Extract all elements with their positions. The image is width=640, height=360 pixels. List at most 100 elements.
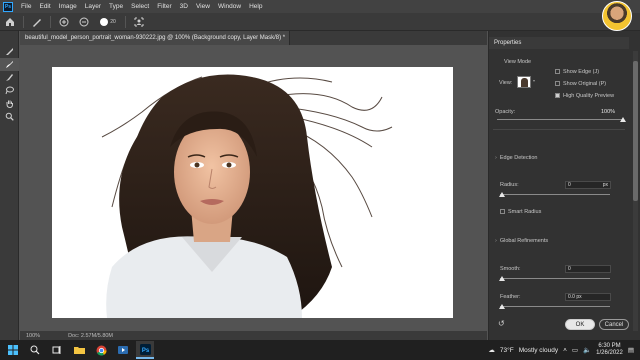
chevron-up-icon[interactable]: ˄ xyxy=(563,347,567,354)
windows-start-icon[interactable] xyxy=(4,341,22,359)
weather-temperature[interactable]: 73°F xyxy=(500,347,514,354)
task-view-icon[interactable] xyxy=(48,341,66,359)
menu-view[interactable]: View xyxy=(192,3,214,10)
show-original-checkbox[interactable] xyxy=(555,81,560,87)
brush-size-value: 20 xyxy=(110,18,116,25)
opacity-slider-track[interactable] xyxy=(497,119,623,120)
radius-label: Radius: xyxy=(500,182,519,188)
brush-preview-icon xyxy=(100,17,109,26)
notifications-icon[interactable]: ▤ xyxy=(628,346,634,354)
clock-date: 1/26/2022 xyxy=(596,350,623,356)
feather-label: Feather: xyxy=(500,294,521,300)
menu-help[interactable]: Help xyxy=(245,3,266,10)
chevron-down-icon: › xyxy=(495,155,497,161)
menu-layer[interactable]: Layer xyxy=(81,3,105,10)
smart-radius-option[interactable]: Smart Radius xyxy=(500,209,541,215)
opacity-value[interactable]: 100% xyxy=(601,109,615,115)
high-quality-label: High Quality Preview xyxy=(563,93,615,99)
system-tray: ☁ 73°F Mostly cloudy ˄ ▭ 🔈 6:30 PM 1/26/… xyxy=(488,340,634,360)
menu-edit[interactable]: Edit xyxy=(35,3,54,10)
cancel-button[interactable]: Cancel xyxy=(599,319,629,330)
show-original-option[interactable]: Show Original (P) xyxy=(555,81,606,87)
high-quality-checkbox[interactable] xyxy=(555,93,560,99)
radius-slider-handle[interactable] xyxy=(499,192,505,197)
clock-time: 6:30 PM xyxy=(598,343,621,349)
menu-bar: Ps File Edit Image Layer Type Select Fil… xyxy=(0,0,640,13)
feather-slider-handle[interactable] xyxy=(499,304,505,309)
separator xyxy=(125,15,126,28)
smooth-label: Smooth: xyxy=(500,266,521,272)
properties-scrollbar[interactable] xyxy=(633,51,638,331)
subtract-from-selection-icon[interactable] xyxy=(77,15,91,29)
home-icon[interactable] xyxy=(3,15,17,29)
view-mode-picker[interactable] xyxy=(517,76,531,88)
smooth-slider-handle[interactable] xyxy=(499,276,505,281)
status-bar: 100% Doc: 2.57M/5.80M xyxy=(20,331,487,340)
chevron-down-icon[interactable]: ▾ xyxy=(533,78,535,83)
high-quality-option[interactable]: High Quality Preview xyxy=(555,93,614,99)
zoom-level[interactable]: 100% xyxy=(26,333,40,339)
menu-file[interactable]: File xyxy=(17,3,35,10)
smooth-slider-track[interactable] xyxy=(500,278,610,279)
volume-icon[interactable]: 🔈 xyxy=(583,346,591,354)
properties-panel: Properties View Mode View: ▾ Show Edge (… xyxy=(488,31,640,340)
menu-select[interactable]: Select xyxy=(127,3,153,10)
network-icon[interactable]: ▭ xyxy=(572,346,578,354)
show-edge-option[interactable]: Show Edge (J) xyxy=(555,69,599,75)
clock[interactable]: 6:30 PM 1/26/2022 xyxy=(596,343,623,357)
document-info[interactable]: Doc: 2.57M/5.80M xyxy=(68,333,113,339)
file-explorer-icon[interactable] xyxy=(70,341,88,359)
photoshop-logo-icon: Ps xyxy=(3,1,13,12)
reset-icon[interactable]: ↺ xyxy=(498,319,505,328)
feather-slider-track[interactable] xyxy=(500,306,610,307)
refine-brush-tool-icon[interactable] xyxy=(30,15,44,29)
divider xyxy=(493,129,625,130)
radius-slider-track[interactable] xyxy=(500,194,610,195)
document-title: beautiful_model_person_portrait_woman-93… xyxy=(25,35,286,41)
separator xyxy=(23,15,24,28)
menu-3d[interactable]: 3D xyxy=(176,3,192,10)
weather-condition[interactable]: Mostly cloudy xyxy=(519,347,558,354)
menu-type[interactable]: Type xyxy=(105,3,127,10)
feather-field[interactable]: 0.0 px xyxy=(565,293,611,301)
show-original-label: Show Original (P) xyxy=(563,81,607,87)
view-mode-heading: View Mode xyxy=(504,59,532,65)
zoom-tool-icon[interactable] xyxy=(0,110,19,123)
menu-window[interactable]: Window xyxy=(214,3,245,10)
properties-tab[interactable]: Properties xyxy=(489,37,629,49)
brush-tool-icon[interactable] xyxy=(0,71,19,84)
svg-text:Ps: Ps xyxy=(141,348,149,354)
select-subject-icon[interactable] xyxy=(132,15,146,29)
weather-icon[interactable]: ☁ xyxy=(488,346,495,354)
radius-field[interactable]: 0 px xyxy=(565,181,611,189)
photoshop-window: Ps File Edit Image Layer Type Select Fil… xyxy=(0,0,640,360)
hand-tool-icon[interactable] xyxy=(0,97,19,110)
separator xyxy=(50,15,51,28)
photoshop-taskbar-icon[interactable]: Ps xyxy=(136,341,154,359)
ok-button[interactable]: OK xyxy=(565,319,595,330)
view-label: View: xyxy=(499,80,513,86)
document-tab[interactable]: beautiful_model_person_portrait_woman-93… xyxy=(20,31,290,45)
add-to-selection-icon[interactable] xyxy=(57,15,71,29)
brush-size-picker[interactable]: 20 xyxy=(97,15,119,29)
search-icon[interactable] xyxy=(26,341,44,359)
document-canvas[interactable] xyxy=(52,67,453,318)
global-refinements-heading[interactable]: › Global Refinements xyxy=(495,238,548,244)
media-player-icon[interactable] xyxy=(114,341,132,359)
menu-image[interactable]: Image xyxy=(55,3,81,10)
show-edge-checkbox[interactable] xyxy=(555,69,560,75)
lasso-tool-icon[interactable] xyxy=(0,84,19,97)
options-bar: 20 xyxy=(0,13,640,31)
edge-detection-heading[interactable]: › Edge Detection xyxy=(495,155,537,161)
smooth-field[interactable]: 0 xyxy=(565,265,611,273)
opacity-label: Opacity: xyxy=(495,109,516,115)
tab-strip xyxy=(290,31,487,45)
quick-selection-tool-icon[interactable] xyxy=(0,45,19,58)
windows-taskbar: Ps ☁ 73°F Mostly cloudy ˄ ▭ 🔈 6:30 PM 1/… xyxy=(0,340,640,360)
smart-radius-checkbox[interactable] xyxy=(500,209,505,215)
refine-edge-brush-tool-icon[interactable] xyxy=(0,58,19,71)
chrome-icon[interactable] xyxy=(92,341,110,359)
opacity-slider-handle[interactable] xyxy=(620,117,626,122)
menu-filter[interactable]: Filter xyxy=(153,3,175,10)
user-avatar[interactable] xyxy=(602,1,632,31)
